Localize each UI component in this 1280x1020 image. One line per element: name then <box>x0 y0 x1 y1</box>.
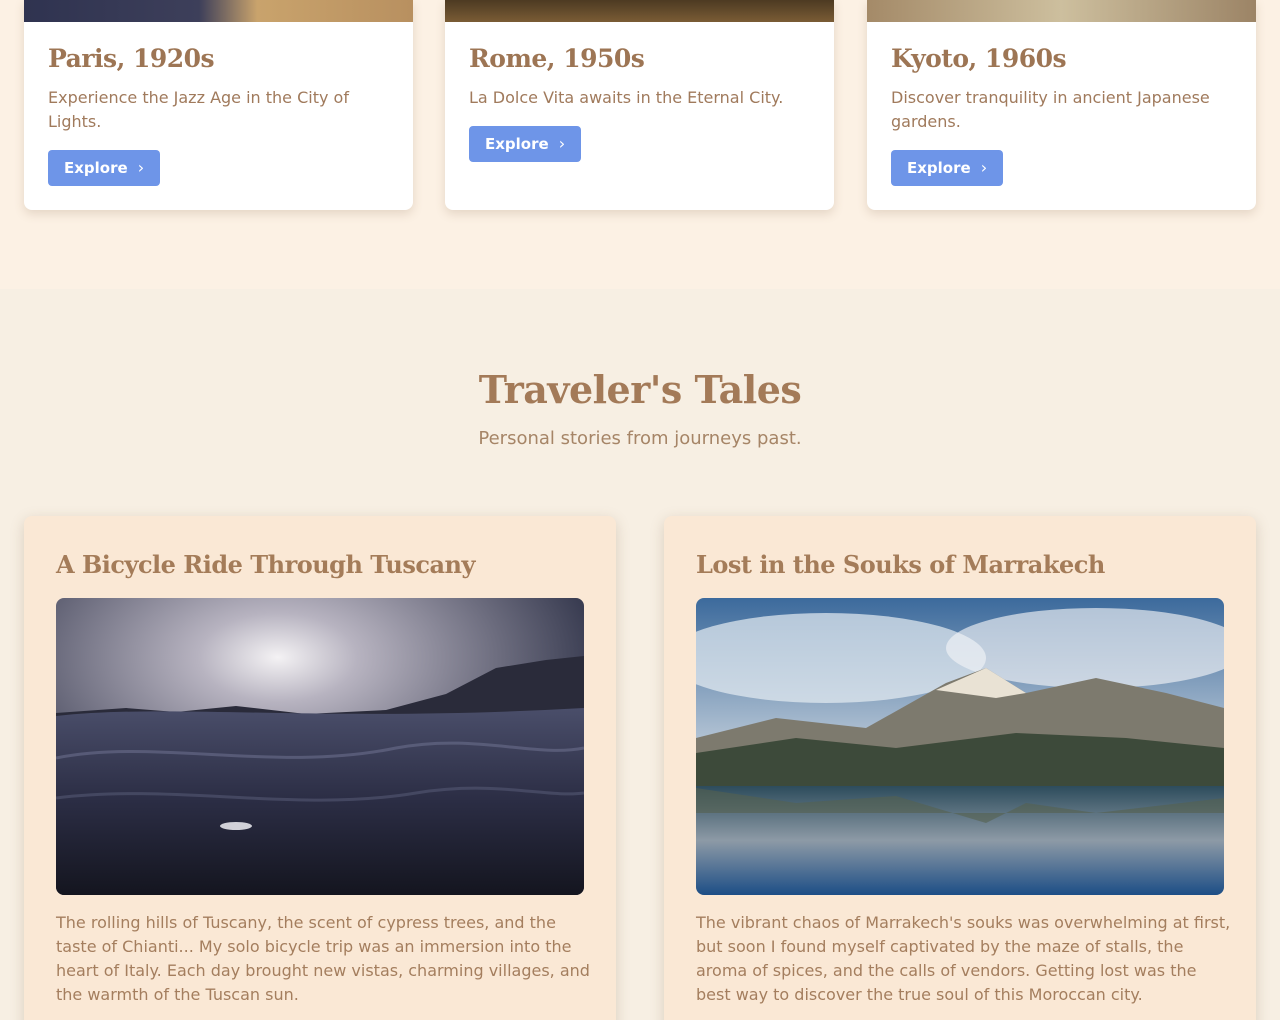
tale-card-tuscany: A Bicycle Ride Through Tuscany The rolli… <box>24 516 616 1020</box>
explore-button-label: Explore <box>64 159 128 177</box>
destination-description: Discover tranquility in ancient Japanese… <box>891 88 1210 131</box>
tales-subheading: Personal stories from journeys past. <box>478 428 802 449</box>
tales-section: Traveler's Tales Personal stories from j… <box>0 289 1280 1020</box>
tale-image-mountains <box>696 598 1224 895</box>
destination-description: Experience the Jazz Age in the City of L… <box>48 88 349 131</box>
tale-image-sea <box>56 598 584 895</box>
tale-text: The rolling hills of Tuscany, the scent … <box>56 913 590 1004</box>
explore-button-label: Explore <box>907 159 971 177</box>
destination-card-paris: Paris, 1920s Experience the Jazz Age in … <box>24 0 413 210</box>
destination-image <box>867 0 1256 22</box>
tale-title: A Bicycle Ride Through Tuscany <box>56 550 475 579</box>
destination-title: Rome, 1950s <box>469 44 645 73</box>
explore-button[interactable]: Explore › <box>469 126 582 162</box>
destination-title: Paris, 1920s <box>48 44 215 73</box>
explore-button-label: Explore <box>485 135 549 153</box>
destination-card-rome: Rome, 1950s La Dolce Vita awaits in the … <box>445 0 834 210</box>
explore-button[interactable]: Explore › <box>891 150 1004 186</box>
tales-heading: Traveler's Tales <box>478 367 802 412</box>
destination-description: La Dolce Vita awaits in the Eternal City… <box>469 88 784 107</box>
destination-image <box>445 0 834 22</box>
explore-button[interactable]: Explore › <box>48 150 161 186</box>
destinations-section: Paris, 1920s Experience the Jazz Age in … <box>0 0 1280 289</box>
chevron-right-icon: › <box>137 158 145 177</box>
destination-card-kyoto: Kyoto, 1960s Discover tranquility in anc… <box>867 0 1256 210</box>
chevron-right-icon: › <box>980 158 988 177</box>
tale-title: Lost in the Souks of Marrakech <box>696 550 1105 579</box>
chevron-right-icon: › <box>558 134 566 153</box>
tale-card-marrakech: Lost in the Souks of Marrakech The vibra… <box>664 516 1256 1020</box>
destination-image <box>24 0 413 22</box>
destination-title: Kyoto, 1960s <box>891 44 1067 73</box>
tale-text: The vibrant chaos of Marrakech's souks w… <box>696 913 1231 1004</box>
